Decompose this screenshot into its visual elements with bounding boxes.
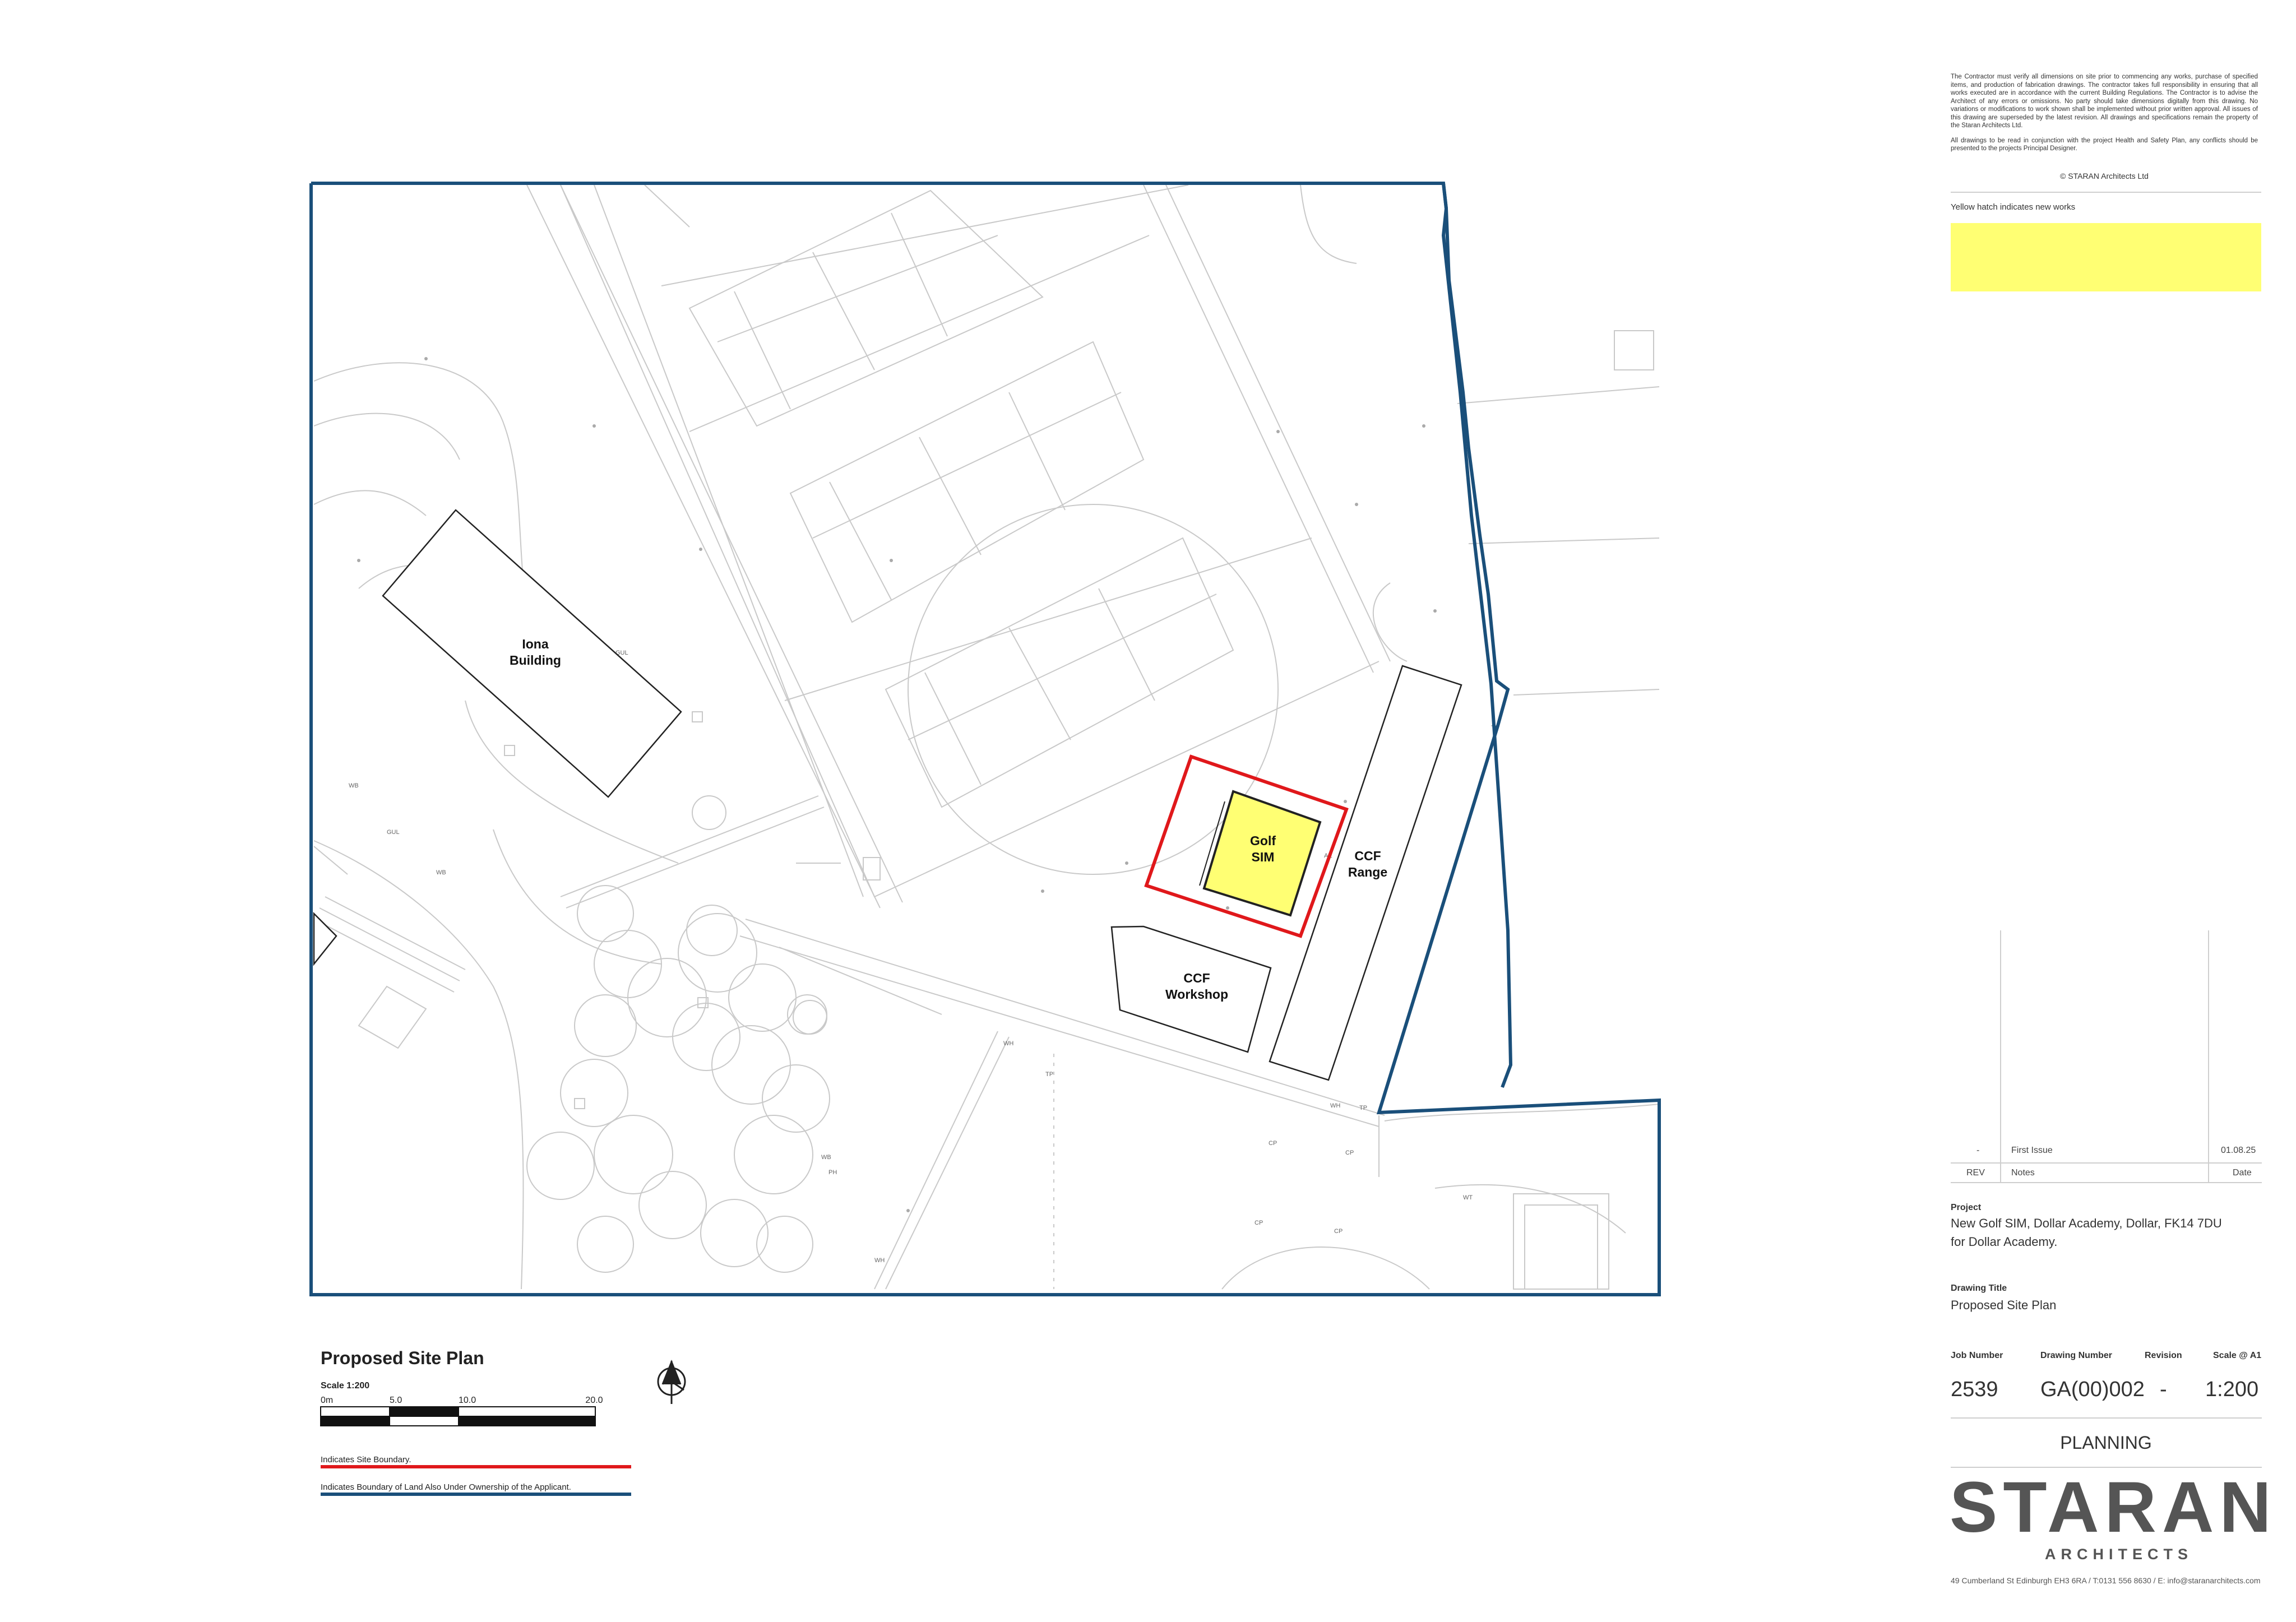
- divider: [1951, 192, 2261, 193]
- golf-label-2: SIM: [1252, 850, 1275, 864]
- survey-label: CP: [1269, 1140, 1277, 1147]
- staran-logo: STARAN: [1950, 1467, 2277, 1547]
- plan-title: Proposed Site Plan: [321, 1348, 484, 1368]
- drawing-number-label: Drawing Number: [2040, 1351, 2113, 1360]
- ownership-boundary-legend: Indicates Boundary of Land Also Under Ow…: [321, 1482, 571, 1492]
- survey-label: WH: [1003, 1040, 1013, 1047]
- project-line-2: for Dollar Academy.: [1951, 1235, 2058, 1249]
- survey-label: CP: [1334, 1228, 1343, 1235]
- new-works-hatch-swatch: [1951, 223, 2261, 291]
- revision-value: -: [2160, 1378, 2167, 1401]
- revision-notes: First Issue: [2011, 1146, 2053, 1155]
- job-number-label: Job Number: [1951, 1351, 2003, 1360]
- workshop-label-2: Workshop: [1165, 987, 1228, 1002]
- survey-label: TP: [1359, 1105, 1367, 1111]
- job-number: 2539: [1951, 1378, 1998, 1401]
- scale-value: 1:200: [2205, 1378, 2259, 1401]
- revision-label: Revision: [2145, 1351, 2182, 1360]
- health-safety-note: All drawings to be read in conjunction w…: [1951, 137, 2258, 152]
- project-line-1: New Golf SIM, Dollar Academy, Dollar, FK…: [1951, 1216, 2222, 1230]
- rev-header: REV: [1966, 1168, 1985, 1178]
- survey-label: WB: [821, 1154, 831, 1161]
- survey-label: WH: [874, 1257, 885, 1264]
- copyright: © STARAN Architects Ltd: [2060, 172, 2149, 180]
- golf-label-1: Golf: [1250, 833, 1276, 848]
- staran-logo-sub: ARCHITECTS: [2045, 1546, 2193, 1563]
- address: 49 Cumberland St Edinburgh EH3 6RA / T:0…: [1951, 1576, 2261, 1585]
- north-arrow-icon: [657, 1359, 686, 1404]
- existing-buildings: [313, 509, 1462, 1081]
- iona-label-1: Iona: [522, 637, 548, 651]
- revision-rev: -: [1976, 1146, 1980, 1155]
- survey-label: WB: [349, 782, 359, 789]
- range-label-2: Range: [1348, 865, 1387, 879]
- scale-mark-20: 20.0: [585, 1396, 603, 1405]
- scale-mark-10: 10.0: [459, 1396, 476, 1405]
- survey-label: WB: [436, 869, 446, 876]
- hatch-note: Yellow hatch indicates new works: [1951, 202, 2076, 212]
- scale-bar: [320, 1406, 596, 1426]
- disclaimer-text: The Contractor must verify all dimension…: [1951, 73, 2258, 129]
- small-outbuilding: [313, 911, 337, 966]
- survey-label: CP: [1345, 1150, 1354, 1156]
- scale-label: Scale @ A1: [2213, 1351, 2262, 1360]
- survey-label: WT: [1463, 1194, 1473, 1201]
- range-label-1: CCF: [1354, 849, 1381, 863]
- revision-date: 01.08.25: [2221, 1146, 2256, 1155]
- drawing-title-label: Drawing Title: [1951, 1283, 2007, 1293]
- disclaimer-notes: The Contractor must verify all dimension…: [1951, 73, 2258, 160]
- scale-mark-0: 0m: [321, 1396, 333, 1405]
- survey-label: TP: [1045, 1071, 1053, 1078]
- workshop-label-1: CCF: [1183, 971, 1210, 985]
- site-boundary-legend: Indicates Site Boundary.: [321, 1455, 411, 1465]
- plan-scale: Scale 1:200: [321, 1381, 370, 1391]
- drawing-number: GA(00)002: [2040, 1378, 2145, 1401]
- status: PLANNING: [2060, 1433, 2152, 1453]
- date-header: Date: [2233, 1168, 2252, 1178]
- iona-label-2: Building: [510, 653, 561, 668]
- drawing-title: Proposed Site Plan: [1951, 1298, 2057, 1312]
- scale-mark-5: 5.0: [390, 1396, 402, 1405]
- survey-label: WH: [1330, 1102, 1340, 1109]
- survey-label: CP: [1255, 1220, 1263, 1226]
- project-label: Project: [1951, 1203, 1982, 1212]
- survey-label: PH: [828, 1169, 837, 1176]
- survey-label: GUL: [387, 829, 400, 836]
- notes-header: Notes: [2011, 1168, 2035, 1178]
